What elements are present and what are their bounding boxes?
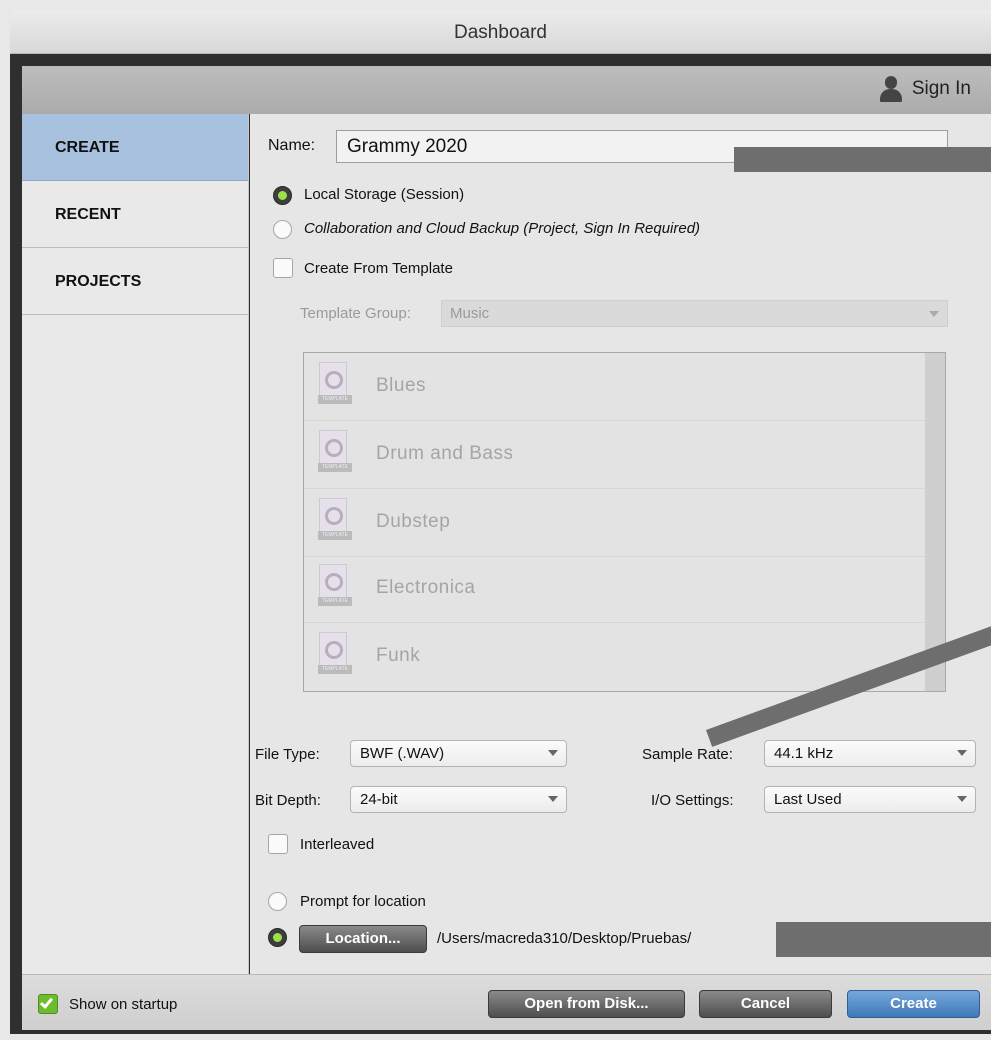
list-item[interactable]: TEMPLATE Dubstep [304, 489, 926, 557]
cloud-backup-radio[interactable] [273, 220, 292, 239]
create-from-template-label: Create From Template [304, 260, 453, 277]
template-name: Electronica [376, 577, 476, 598]
top-bar: Sign In [22, 66, 991, 114]
prompt-location-label: Prompt for location [300, 893, 426, 910]
bit-depth-select[interactable]: 24-bit [350, 786, 567, 813]
template-file-icon: TEMPLATE [318, 632, 352, 674]
template-group-select[interactable]: Music [441, 300, 948, 327]
location-radio[interactable] [268, 928, 287, 947]
list-item[interactable]: TEMPLATE Drum and Bass [304, 421, 926, 489]
bit-depth-value: 24-bit [360, 791, 398, 808]
template-name: Funk [376, 645, 421, 666]
chevron-down-icon [957, 750, 967, 756]
file-type-select[interactable]: BWF (.WAV) [350, 740, 567, 767]
checkmark-icon [39, 995, 54, 1009]
io-settings-value: Last Used [774, 791, 842, 808]
template-list-scrollbar[interactable] [925, 353, 945, 691]
local-storage-radio[interactable] [273, 186, 292, 205]
sidebar-item-recent[interactable]: RECENT [22, 181, 248, 248]
template-group-label: Template Group: [300, 305, 411, 322]
list-item[interactable]: TEMPLATE Blues [304, 353, 926, 421]
sidebar: CREATE RECENT PROJECTS [22, 114, 249, 974]
interleaved-label: Interleaved [300, 836, 375, 853]
file-type-value: BWF (.WAV) [360, 745, 445, 762]
cancel-button[interactable]: Cancel [699, 990, 832, 1018]
bottom-bar: Show on startup Open from Disk... Cancel… [22, 974, 991, 1030]
interleaved-checkbox[interactable] [268, 834, 288, 854]
open-from-disk-button[interactable]: Open from Disk... [488, 990, 685, 1018]
chevron-down-icon [957, 796, 967, 802]
template-file-icon: TEMPLATE [318, 498, 352, 540]
prompt-location-radio[interactable] [268, 892, 287, 911]
template-name: Drum and Bass [376, 443, 514, 464]
list-item[interactable]: TEMPLATE Electronica [304, 555, 926, 623]
bit-depth-label: Bit Depth: [255, 792, 321, 809]
template-name: Blues [376, 375, 427, 396]
dashboard-window: Dashboard Sign In CREATE RECENT PROJECTS… [0, 0, 991, 1040]
show-on-startup-label: Show on startup [69, 996, 178, 1013]
sidebar-item-projects[interactable]: PROJECTS [22, 248, 248, 315]
template-file-icon: TEMPLATE [318, 564, 352, 606]
local-storage-label: Local Storage (Session) [304, 186, 465, 203]
sidebar-item-create[interactable]: CREATE [22, 114, 248, 181]
user-icon [878, 76, 904, 102]
location-button[interactable]: Location... [299, 925, 427, 953]
template-group-value: Music [450, 305, 490, 322]
redaction-bar [734, 147, 991, 172]
create-from-template-checkbox[interactable] [273, 258, 293, 278]
show-on-startup-checkbox[interactable] [38, 994, 58, 1014]
io-settings-label: I/O Settings: [651, 792, 734, 809]
template-file-icon: TEMPLATE [318, 430, 352, 472]
create-button[interactable]: Create [847, 990, 980, 1018]
location-path: /Users/macreda310/Desktop/Pruebas/ [437, 930, 692, 947]
redaction-bar [776, 922, 991, 957]
template-file-icon: TEMPLATE [318, 362, 352, 404]
sign-in-label: Sign In [911, 78, 971, 99]
cloud-backup-label: Collaboration and Cloud Backup (Project,… [304, 220, 701, 237]
sample-rate-label: Sample Rate: [642, 746, 733, 763]
chevron-down-icon [929, 311, 939, 317]
name-label: Name: [268, 137, 316, 154]
sample-rate-select[interactable]: 44.1 kHz [764, 740, 976, 767]
chevron-down-icon [548, 750, 558, 756]
sign-in-button[interactable]: Sign In [878, 76, 971, 102]
window-title: Dashboard [10, 10, 991, 54]
chevron-down-icon [548, 796, 558, 802]
template-name: Dubstep [376, 511, 451, 532]
file-type-label: File Type: [255, 746, 320, 763]
io-settings-select[interactable]: Last Used [764, 786, 976, 813]
sample-rate-value: 44.1 kHz [774, 745, 834, 762]
list-item[interactable]: TEMPLATE Funk [304, 623, 926, 691]
template-list: TEMPLATE Blues TEMPLATE Drum and Bass TE… [303, 352, 946, 692]
